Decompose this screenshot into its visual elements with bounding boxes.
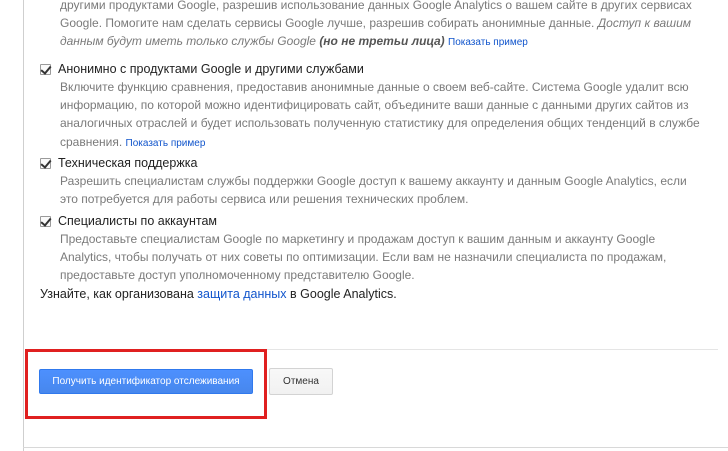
option-benchmarking-header: Анонимно с продуктами Google и другими с… [40, 60, 708, 78]
annotation-highlight-box [25, 349, 267, 419]
show-example-link-2[interactable]: Показать пример [126, 138, 206, 149]
benchmarking-desc-line: аналогичных отраслей и будет использоват… [60, 116, 700, 131]
account-specialists-title: Специалисты по аккаунтам [58, 214, 218, 228]
account-specialists-desc-line: Analytics, чтобы получать от них советы … [60, 250, 667, 265]
option-technical-support: Техническая поддержка Разрешить специали… [40, 154, 708, 208]
option-account-specialists-header: Специалисты по аккаунтам [40, 212, 708, 230]
option-benchmarking: Анонимно с продуктами Google и другими с… [40, 60, 708, 153]
technical-support-desc-line: Разрешить специалистам службы поддержки … [60, 174, 687, 188]
account-specialists-description: Предоставьте специалистам Google по марк… [60, 230, 708, 285]
data-protection-prefix: Узнайте, как организована [40, 287, 194, 301]
show-example-link-1[interactable]: Показать пример [448, 37, 528, 48]
cancel-button[interactable]: Отмена [269, 368, 333, 395]
intro-line-2-text: Google. Помогите нам сделать сервисы Goo… [60, 16, 595, 31]
benchmarking-desc-line-last: сравнения. Показать пример [60, 133, 708, 153]
benchmarking-desc-line: информацию, по которой можно идентифицир… [60, 98, 689, 113]
benchmarking-title: Анонимно с продуктами Google и другими с… [58, 62, 364, 76]
intro-line-3-text: данным будут иметь только службы Google [60, 34, 316, 49]
benchmarking-desc-text: сравнения. [60, 134, 123, 149]
account-specialists-desc-line: предоставьте доступ уполномоченному пред… [60, 268, 415, 283]
intro-line-2: Google. Помогите нам сделать сервисы Goo… [60, 14, 720, 32]
account-specialists-desc-line: Предоставьте специалистам Google по марк… [60, 232, 656, 246]
intro-line-3: данным будут иметь только службы Google … [60, 32, 720, 52]
intro-line-2-italic: Доступ к вашим [597, 16, 692, 31]
option-account-specialists: Специалисты по аккаунтам Предоставьте сп… [40, 212, 708, 285]
technical-support-title: Техническая поддержка [58, 156, 198, 170]
option-technical-support-header: Техническая поддержка [40, 154, 708, 172]
data-sharing-intro: другими продуктами Google, разрешив испо… [60, 0, 720, 53]
intro-line-3-bold: (но не третьи лица) [319, 34, 445, 49]
technical-support-desc-line: это потребуется для работы сервиса или р… [60, 192, 469, 207]
data-protection-suffix: в Google Analytics. [290, 287, 397, 301]
panel-bottom-border [23, 447, 728, 448]
benchmarking-description: Включите функцию сравнения, предоставив … [60, 78, 708, 153]
benchmarking-desc-line: Включите функцию сравнения, предоставив … [60, 80, 689, 94]
intro-line-1: другими продуктами Google, разрешив испо… [60, 0, 692, 12]
technical-support-description: Разрешить специалистам службы поддержки … [60, 172, 708, 208]
data-protection-link[interactable]: защита данных [197, 287, 286, 301]
benchmarking-checkbox[interactable] [40, 63, 51, 75]
technical-support-checkbox[interactable] [40, 157, 51, 169]
account-specialists-checkbox[interactable] [40, 215, 51, 227]
data-protection-note: Узнайте, как организована защита данных … [40, 287, 397, 301]
